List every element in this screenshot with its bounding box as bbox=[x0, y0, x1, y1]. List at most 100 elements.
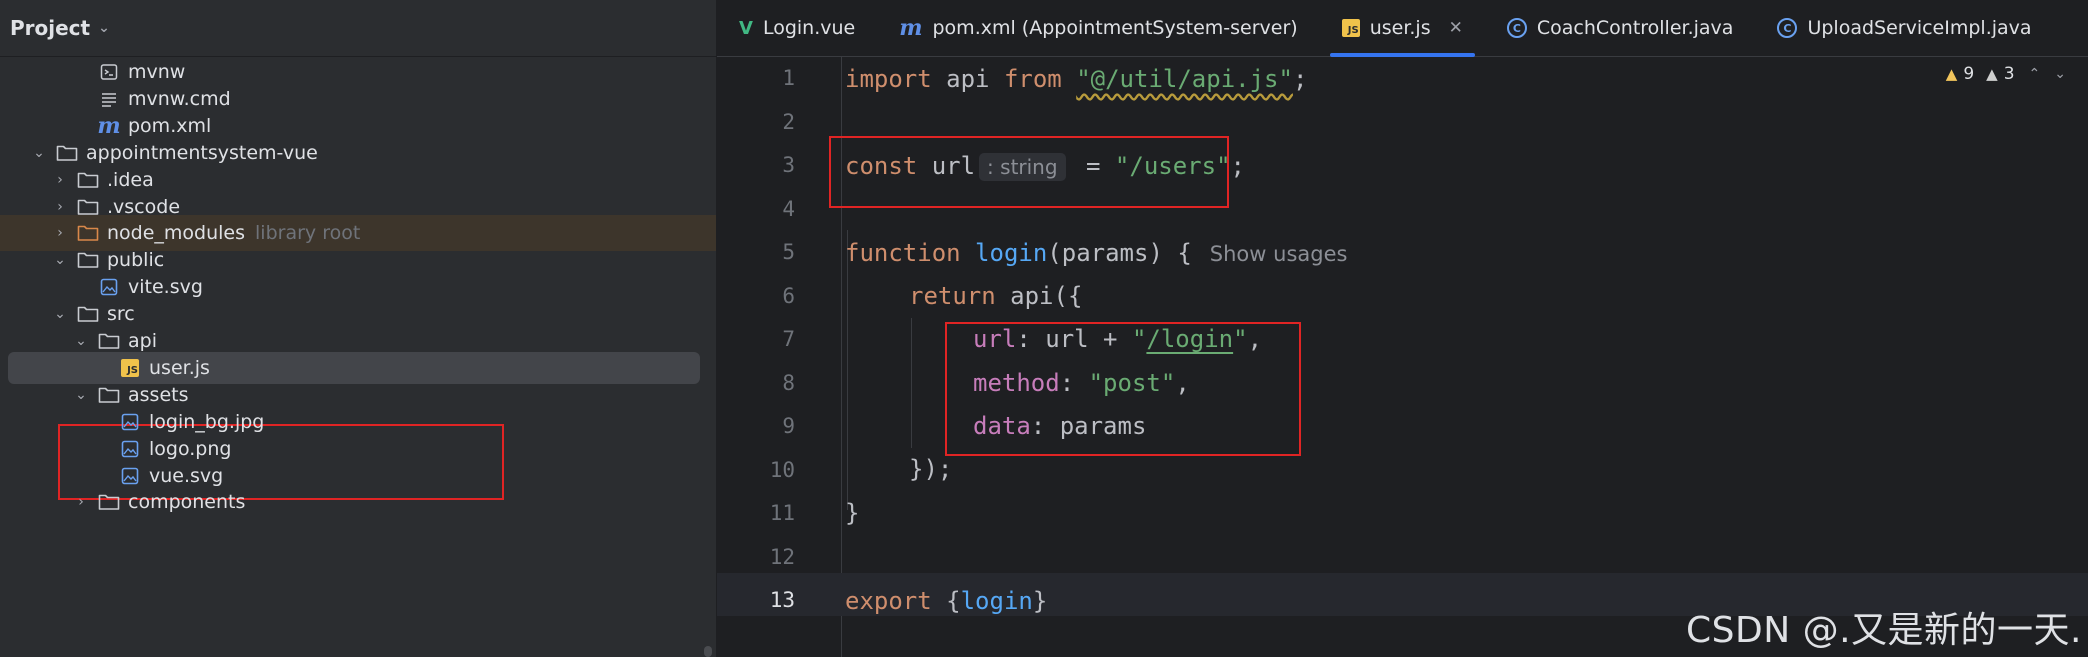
editor-tab[interactable]: C UploadServiceImpl.java bbox=[1755, 0, 2053, 56]
tab-label: CoachController.java bbox=[1536, 17, 1734, 39]
maven-icon: m bbox=[97, 112, 121, 139]
token-property: method bbox=[973, 369, 1060, 397]
tab-label: Login.vue bbox=[762, 17, 856, 39]
chevron-down-icon[interactable]: ⌄ bbox=[72, 387, 90, 403]
token-text: { bbox=[931, 587, 961, 615]
token-text: , bbox=[1247, 325, 1263, 353]
tree-item-label: api bbox=[128, 330, 157, 352]
maven-icon: m bbox=[899, 15, 923, 41]
code-line-11[interactable]: } bbox=[845, 492, 859, 535]
token-string: " bbox=[1233, 325, 1248, 353]
tree-item-label: login_bg.jpg bbox=[149, 410, 265, 433]
tree-item-label: public bbox=[107, 249, 165, 272]
line-number[interactable]: 7 bbox=[717, 318, 837, 361]
code-line-10[interactable]: }); bbox=[845, 448, 952, 491]
folder-icon bbox=[77, 249, 99, 271]
chevron-down-icon[interactable]: ⌄ bbox=[2054, 66, 2066, 82]
library-root-hint: library root bbox=[255, 222, 361, 245]
chevron-down-icon[interactable]: ⌄ bbox=[30, 145, 48, 161]
project-title: Project bbox=[10, 16, 91, 40]
line-number[interactable]: 2 bbox=[717, 101, 837, 144]
folder-icon bbox=[77, 169, 99, 191]
chevron-up-icon[interactable]: ⌃ bbox=[2029, 66, 2041, 82]
tree-item-label: pom.xml bbox=[128, 114, 212, 137]
image-file-icon bbox=[119, 438, 141, 460]
line-number[interactable]: 9 bbox=[717, 405, 837, 448]
tree-item-label: node_modules bbox=[107, 222, 246, 245]
line-number[interactable]: 6 bbox=[717, 275, 837, 318]
folder-icon bbox=[56, 142, 78, 164]
token-string: "/users" bbox=[1114, 152, 1231, 180]
token-function: login bbox=[975, 239, 1048, 267]
tree-item-label: mvnw.cmd bbox=[128, 87, 231, 110]
token-text: ; bbox=[1292, 65, 1308, 93]
project-scrollbar[interactable] bbox=[704, 646, 712, 657]
warning-count: 9 bbox=[1963, 64, 1975, 84]
folder-icon bbox=[77, 303, 99, 325]
code-line-5[interactable]: function login(params) {Show usages bbox=[845, 232, 1347, 275]
token-text: : bbox=[1059, 369, 1089, 397]
type-inlay-hint[interactable]: : string bbox=[979, 153, 1066, 181]
tree-item-label: user.js bbox=[149, 356, 210, 379]
line-number[interactable]: 1 bbox=[717, 57, 837, 100]
token-text: api({ bbox=[995, 282, 1083, 310]
editor-tab[interactable]: JS user.js ✕ bbox=[1320, 0, 1485, 57]
line-number[interactable]: 13 bbox=[717, 579, 837, 622]
line-number[interactable]: 3 bbox=[717, 144, 837, 187]
tab-label: user.js bbox=[1369, 17, 1431, 39]
chevron-right-icon[interactable]: › bbox=[51, 225, 69, 241]
show-usages-link[interactable]: Show usages bbox=[1210, 242, 1348, 266]
folder-icon bbox=[98, 384, 120, 406]
chevron-right-icon[interactable]: › bbox=[51, 199, 69, 215]
token-keyword: const bbox=[845, 152, 918, 180]
tree-item-label: src bbox=[107, 303, 135, 326]
code-line-13[interactable]: export {login} bbox=[845, 580, 1047, 623]
tree-item[interactable]: › components bbox=[0, 484, 716, 520]
token-string-link[interactable]: /login bbox=[1146, 325, 1233, 353]
line-number[interactable]: 8 bbox=[717, 362, 837, 405]
chevron-right-icon[interactable]: › bbox=[72, 494, 90, 510]
tab-label: pom.xml (AppointmentSystem-server) bbox=[932, 17, 1298, 39]
code-line-1[interactable]: import api from "@/util/api.js"; bbox=[845, 58, 1307, 101]
inspection-widget[interactable]: ▲ 9 ▲ 3 ⌃ ⌄ bbox=[1946, 64, 2066, 84]
editor-tab[interactable]: C CoachController.java bbox=[1485, 0, 1756, 56]
editor-tab[interactable]: V Login.vue bbox=[717, 0, 877, 56]
code-line-9[interactable]: data: params bbox=[845, 405, 1146, 448]
line-number[interactable]: 5 bbox=[717, 231, 837, 274]
tree-item-label: assets bbox=[128, 383, 189, 406]
token-text: ; bbox=[1230, 152, 1245, 180]
token-function: login bbox=[960, 587, 1033, 615]
image-file-icon bbox=[98, 276, 120, 298]
warning-icon: ▲ bbox=[1945, 65, 1958, 83]
folder-icon bbox=[77, 222, 99, 244]
code-line-8[interactable]: method: "post", bbox=[845, 362, 1190, 405]
line-number[interactable]: 4 bbox=[717, 188, 837, 231]
token-text: = bbox=[1071, 152, 1115, 180]
close-tab-icon[interactable]: ✕ bbox=[1449, 18, 1463, 38]
token-keyword: export bbox=[845, 587, 932, 615]
token-text: } bbox=[845, 499, 860, 527]
code-line-7[interactable]: url: url + "/login", bbox=[845, 318, 1262, 361]
terminal-file-icon bbox=[98, 61, 120, 83]
chevron-down-icon[interactable]: ⌄ bbox=[51, 252, 69, 268]
editor-tab[interactable]: m pom.xml (AppointmentSystem-server) bbox=[877, 0, 1319, 56]
token-text: url bbox=[917, 152, 976, 180]
js-file-icon: JS bbox=[1341, 19, 1360, 37]
code-line-3[interactable]: const url: string = "/users"; bbox=[845, 145, 1245, 188]
line-number[interactable]: 10 bbox=[717, 449, 837, 492]
tree-item-label: vue.svg bbox=[149, 464, 224, 487]
code-line-6[interactable]: return api({ bbox=[845, 275, 1082, 318]
vue-icon: V bbox=[739, 17, 753, 39]
token-string: "@/util/api.js" bbox=[1076, 65, 1293, 93]
token-keyword: import bbox=[845, 65, 932, 93]
chevron-right-icon[interactable]: › bbox=[51, 172, 69, 188]
line-number[interactable]: 12 bbox=[717, 536, 837, 579]
token-string: " bbox=[1131, 325, 1147, 353]
token-text: : url + bbox=[1016, 325, 1132, 353]
chevron-down-icon[interactable]: ⌄ bbox=[72, 333, 90, 349]
line-number[interactable]: 11 bbox=[717, 492, 837, 535]
project-view-selector[interactable]: Project ⌄ bbox=[0, 0, 716, 57]
chevron-down-icon[interactable]: ⌄ bbox=[51, 306, 69, 322]
token-text: (params) { bbox=[1047, 239, 1192, 267]
image-file-icon bbox=[119, 411, 141, 433]
